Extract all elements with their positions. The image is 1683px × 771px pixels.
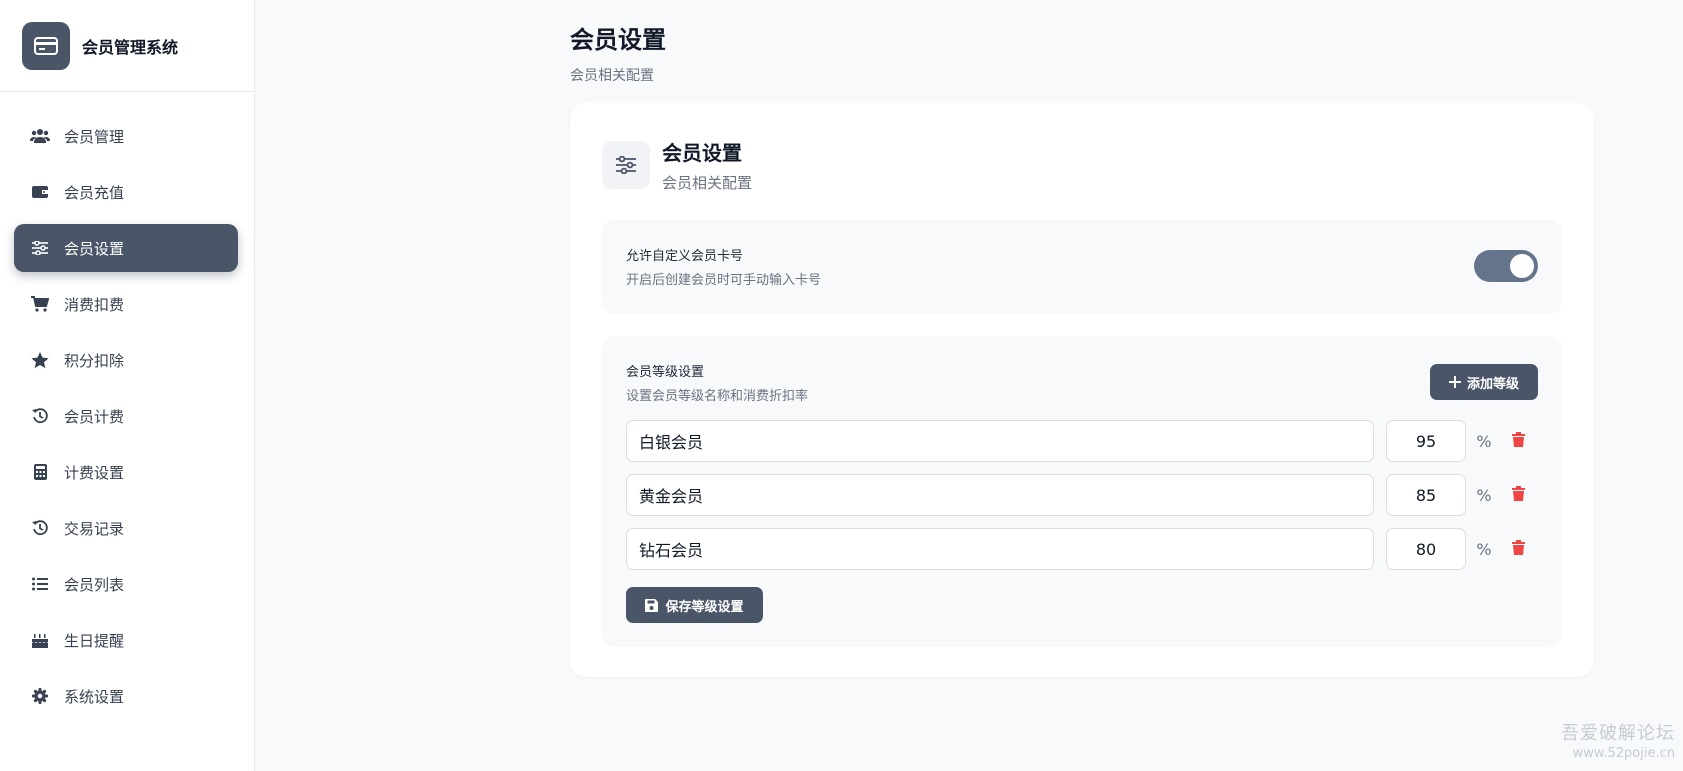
page-subtitle: 会员相关配置 — [570, 68, 654, 84]
sidebar-item-member-settings[interactable]: 会员设置 — [14, 224, 238, 272]
sliders-icon — [602, 141, 650, 189]
custom-card-label: 允许自定义会员卡号 — [626, 249, 744, 264]
watermark: 吾爱破解论坛 www.52pojie.cn — [1561, 719, 1675, 761]
star-icon — [30, 350, 50, 370]
sidebar-item-birthday[interactable]: 生日提醒 — [14, 616, 238, 664]
save-icon — [645, 598, 659, 612]
sidebar-item-label: 积分扣除 — [64, 351, 125, 370]
level-name-input[interactable] — [626, 474, 1374, 516]
percent-unit: % — [1476, 539, 1492, 559]
sidebar-item-label: 系统设置 — [64, 687, 125, 706]
card-header: 会员设置 会员相关配置 — [602, 137, 752, 193]
sidebar-item-consumption[interactable]: 消费扣费 — [14, 280, 238, 328]
sidebar-item-billing-settings[interactable]: 计费设置 — [14, 448, 238, 496]
sidebar-item-label: 会员列表 — [64, 575, 125, 594]
level-name-input[interactable] — [626, 528, 1374, 570]
sidebar-item-member-recharge[interactable]: 会员充值 — [14, 168, 238, 216]
sidebar-item-label: 交易记录 — [64, 519, 125, 538]
sidebar-item-label: 会员设置 — [64, 239, 125, 258]
percent-unit: % — [1476, 485, 1492, 505]
level-name-input[interactable] — [626, 420, 1374, 462]
save-levels-label: 保存等级设置 — [665, 599, 744, 615]
sidebar-item-label: 生日提醒 — [64, 631, 125, 650]
wallet-icon — [30, 182, 50, 202]
add-level-label: 添加等级 — [1466, 376, 1519, 392]
level-rate-input[interactable] — [1386, 420, 1466, 462]
delete-level-button[interactable] — [1506, 474, 1530, 516]
custom-card-toggle[interactable] — [1474, 250, 1538, 282]
add-level-button[interactable]: 添加等级 — [1430, 364, 1538, 400]
sidebar-item-points[interactable]: 积分扣除 — [14, 336, 238, 384]
sidebar-item-label: 会员充值 — [64, 183, 125, 202]
sidebar-item-member-billing[interactable]: 会员计费 — [14, 392, 238, 440]
delete-level-button[interactable] — [1506, 420, 1530, 462]
levels-desc: 设置会员等级名称和消费折扣率 — [626, 389, 809, 404]
sidebar-item-label: 消费扣费 — [64, 295, 125, 314]
sidebar-nav: 会员管理 会员充值 会员设置 消费扣费 积分扣除 会员计费 计费设置 交易记录 … — [0, 92, 254, 720]
levels-label: 会员等级设置 — [626, 365, 705, 380]
cake-icon — [30, 630, 50, 650]
card-subtitle: 会员相关配置 — [662, 174, 753, 192]
history-icon — [30, 518, 50, 538]
custom-card-desc: 开启后创建会员时可手动输入卡号 — [626, 273, 822, 288]
member-levels-panel: 会员等级设置 设置会员等级名称和消费折扣率 添加等级 % % — [602, 336, 1562, 647]
sliders-icon — [30, 238, 50, 258]
delete-level-button[interactable] — [1506, 528, 1530, 570]
plus-icon — [1448, 376, 1461, 388]
gear-icon — [30, 686, 50, 706]
level-rate-input[interactable] — [1386, 474, 1466, 516]
brand: 会员管理系统 — [0, 0, 254, 92]
trash-icon — [1511, 539, 1525, 559]
sidebar-item-label: 会员计费 — [64, 407, 125, 426]
sidebar-item-member-list[interactable]: 会员列表 — [14, 560, 238, 608]
sidebar-item-member-management[interactable]: 会员管理 — [14, 112, 238, 160]
page-header: 会员设置 会员相关配置 — [570, 20, 666, 85]
level-row: % — [626, 420, 1538, 462]
calculator-icon — [30, 462, 50, 482]
sidebar-item-label: 计费设置 — [64, 463, 125, 482]
sidebar-item-transactions[interactable]: 交易记录 — [14, 504, 238, 552]
toggle-knob — [1510, 254, 1534, 278]
settings-card: 会员设置 会员相关配置 允许自定义会员卡号 开启后创建会员时可手动输入卡号 会员… — [570, 103, 1594, 677]
level-row: % — [626, 528, 1538, 570]
page-title: 会员设置 — [570, 26, 666, 54]
sidebar-item-label: 会员管理 — [64, 127, 125, 146]
history-icon — [30, 406, 50, 426]
cart-icon — [30, 294, 50, 314]
users-icon — [30, 126, 50, 146]
watermark-title: 吾爱破解论坛 — [1561, 723, 1675, 744]
app-title: 会员管理系统 — [82, 37, 179, 57]
watermark-url: www.52pojie.cn — [1572, 746, 1675, 761]
trash-icon — [1511, 485, 1525, 505]
level-rate-input[interactable] — [1386, 528, 1466, 570]
trash-icon — [1511, 431, 1525, 451]
custom-card-number-panel: 允许自定义会员卡号 开启后创建会员时可手动输入卡号 — [602, 220, 1562, 314]
credit-card-icon — [22, 21, 70, 70]
save-levels-button[interactable]: 保存等级设置 — [626, 587, 763, 623]
sidebar: 会员管理系统 会员管理 会员充值 会员设置 消费扣费 积分扣除 会员计费 计费设… — [0, 0, 255, 771]
card-title: 会员设置 — [662, 141, 742, 165]
list-icon — [30, 574, 50, 594]
sidebar-item-system-settings[interactable]: 系统设置 — [14, 672, 238, 720]
percent-unit: % — [1476, 431, 1492, 451]
level-row: % — [626, 474, 1538, 516]
